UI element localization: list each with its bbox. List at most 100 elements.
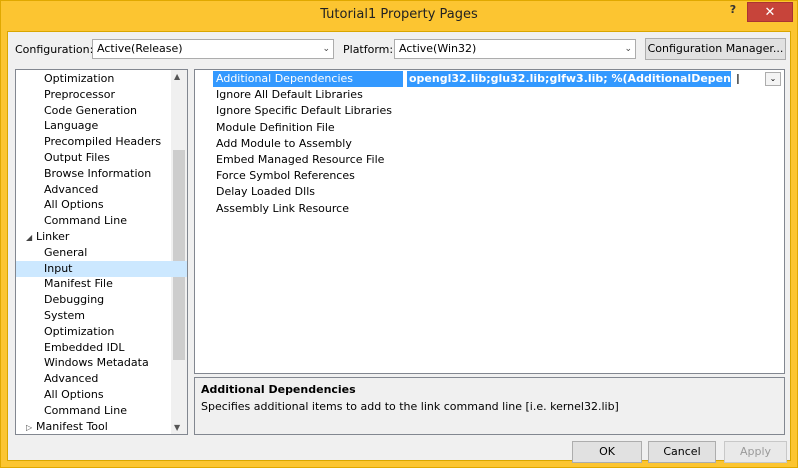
close-button[interactable]: ✕ bbox=[747, 2, 793, 22]
dialog-client: Configuration: Active(Release) ⌄ Platfor… bbox=[7, 31, 791, 463]
property-name: Ignore All Default Libraries bbox=[216, 88, 363, 102]
tree-item-label: Language bbox=[44, 119, 99, 133]
property-value[interactable] bbox=[407, 103, 769, 119]
property-name: Add Module to Assembly bbox=[216, 136, 352, 150]
tree-item[interactable]: Embedded IDL bbox=[16, 340, 187, 356]
property-row[interactable]: Additional Dependencies opengl32.lib;glu3… bbox=[195, 71, 784, 88]
platform-label: Platform: bbox=[343, 43, 394, 56]
tree-item-label: Linker bbox=[36, 230, 70, 243]
configuration-bar: Configuration: Active(Release) ⌄ Platfor… bbox=[8, 32, 790, 66]
property-value[interactable] bbox=[407, 87, 769, 103]
property-row[interactable]: Embed Managed Resource File bbox=[195, 152, 784, 168]
property-row[interactable]: Add Module to Assembly bbox=[195, 136, 784, 152]
tree-item-label: Browse Information bbox=[44, 166, 152, 180]
configuration-manager-button[interactable]: Configuration Manager... bbox=[645, 38, 786, 60]
property-value[interactable] bbox=[407, 136, 769, 152]
property-tree[interactable]: ▲ ▼ Optimization Preprocessor Code Generat… bbox=[15, 69, 188, 435]
tree-item[interactable]: Language bbox=[16, 118, 187, 134]
tree-item[interactable]: Input bbox=[16, 260, 187, 277]
property-value[interactable] bbox=[407, 184, 769, 200]
tree-item-label: Manifest Tool bbox=[36, 419, 108, 433]
tree-item[interactable]: Command Line bbox=[16, 403, 187, 419]
ok-button[interactable]: OK bbox=[572, 441, 642, 463]
tree-item-label: Optimization bbox=[44, 72, 115, 85]
platform-value: Active(Win32) bbox=[399, 42, 477, 55]
property-row[interactable]: Ignore Specific Default Libraries bbox=[195, 103, 784, 119]
property-row[interactable]: Assembly Link Resource bbox=[195, 201, 784, 217]
property-row[interactable]: Ignore All Default Libraries bbox=[195, 87, 784, 103]
tree-item[interactable]: Optimization bbox=[16, 324, 187, 340]
tree-item-label: Debugging bbox=[44, 293, 105, 307]
tree-item[interactable]: Debugging bbox=[16, 292, 187, 308]
description-panel: Additional Dependencies Specifies additi… bbox=[194, 377, 785, 435]
tree-item-label: Preprocessor bbox=[44, 87, 116, 101]
tree-item-label: Precompiled Headers bbox=[44, 135, 162, 149]
property-name: Force Symbol References bbox=[216, 169, 355, 183]
help-button[interactable]: ? bbox=[721, 3, 745, 21]
value-dropdown-button[interactable]: ⌄ bbox=[765, 72, 781, 86]
platform-dropdown[interactable]: Active(Win32) ⌄ bbox=[394, 39, 636, 59]
tree-item-label: All Options bbox=[44, 198, 104, 212]
property-grid: Additional Dependencies opengl32.lib;glu3… bbox=[194, 69, 785, 374]
tree-item-label: General bbox=[44, 245, 88, 259]
tree-item-label: System bbox=[44, 309, 86, 322]
tree-item[interactable]: Code Generation bbox=[16, 103, 187, 119]
cancel-button[interactable]: Cancel bbox=[648, 441, 716, 463]
tree-item-label: Command Line bbox=[44, 214, 127, 228]
tree-item-label: Code Generation bbox=[44, 103, 138, 117]
tree-item[interactable]: All Options bbox=[16, 197, 187, 213]
tree-item[interactable]: Manifest File bbox=[16, 276, 187, 292]
apply-button[interactable]: Apply bbox=[724, 441, 787, 463]
tree-item[interactable]: Preprocessor bbox=[16, 87, 187, 103]
title-bar: Tutorial1 Property Pages ? ✕ bbox=[1, 1, 797, 31]
tree-item-label: All Options bbox=[44, 388, 104, 401]
configuration-dropdown[interactable]: Active(Release) ⌄ bbox=[92, 39, 334, 59]
property-value[interactable] bbox=[407, 201, 769, 217]
tree-item-label: Advanced bbox=[44, 182, 99, 196]
property-row[interactable]: Module Definition File bbox=[195, 120, 784, 136]
window-title: Tutorial1 Property Pages bbox=[320, 7, 478, 22]
property-value[interactable]: opengl32.lib;glu32.lib;glfw3.lib; %(Addi… bbox=[407, 71, 783, 87]
property-value[interactable] bbox=[407, 120, 769, 136]
property-name: Module Definition File bbox=[216, 120, 335, 134]
tree-item[interactable]: ◢ Linker bbox=[16, 229, 182, 245]
tree-item[interactable]: ▷ Manifest Tool bbox=[16, 419, 182, 434]
tree-item[interactable]: Precompiled Headers bbox=[16, 134, 187, 150]
property-row[interactable]: Delay Loaded Dlls bbox=[195, 184, 784, 200]
property-pages-window: Tutorial1 Property Pages ? ✕ Configurati… bbox=[0, 0, 798, 468]
chevron-down-icon: ⌄ bbox=[624, 44, 632, 54]
tree-item[interactable]: Optimization bbox=[16, 71, 187, 87]
tree-item[interactable]: Advanced bbox=[16, 182, 187, 198]
property-row[interactable]: Force Symbol References bbox=[195, 168, 784, 184]
tree-item[interactable]: All Options bbox=[16, 387, 187, 403]
property-name: Embed Managed Resource File bbox=[216, 153, 385, 166]
expand-arrow-icon[interactable]: ▷ bbox=[26, 420, 36, 434]
description-title: Additional Dependencies bbox=[201, 383, 356, 396]
description-text: Specifies additional items to add to the… bbox=[201, 400, 619, 413]
tree-item[interactable]: Windows Metadata bbox=[16, 355, 187, 371]
property-name: Delay Loaded Dlls bbox=[216, 185, 315, 199]
collapse-arrow-icon[interactable]: ◢ bbox=[26, 230, 36, 246]
tree-item[interactable]: System bbox=[16, 308, 187, 324]
tree-item[interactable]: Output Files bbox=[16, 150, 187, 166]
tree-item-label: Advanced bbox=[44, 372, 99, 386]
tree-item-label: Embedded IDL bbox=[44, 340, 125, 354]
tree-item-label: Optimization bbox=[44, 324, 115, 338]
tree-item[interactable]: Browse Information bbox=[16, 166, 187, 182]
tree-item[interactable]: Command Line bbox=[16, 213, 187, 229]
property-value[interactable] bbox=[407, 152, 769, 168]
chevron-down-icon: ⌄ bbox=[322, 44, 330, 54]
configuration-value: Active(Release) bbox=[97, 42, 183, 55]
property-value[interactable] bbox=[407, 168, 769, 184]
property-name: Additional Dependencies bbox=[213, 71, 403, 87]
configuration-label: Configuration: bbox=[15, 43, 94, 56]
tree-item-label: Command Line bbox=[44, 403, 127, 417]
tree-item[interactable]: Advanced bbox=[16, 371, 187, 387]
tree-item-label: Windows Metadata bbox=[44, 356, 149, 370]
property-name: Ignore Specific Default Libraries bbox=[216, 104, 392, 118]
tree-item-label: Input bbox=[44, 261, 73, 275]
tree-item[interactable]: General bbox=[16, 245, 187, 261]
tree-item-label: Output Files bbox=[44, 151, 110, 164]
property-name: Assembly Link Resource bbox=[216, 201, 349, 215]
tree-item-label: Manifest File bbox=[44, 277, 113, 291]
